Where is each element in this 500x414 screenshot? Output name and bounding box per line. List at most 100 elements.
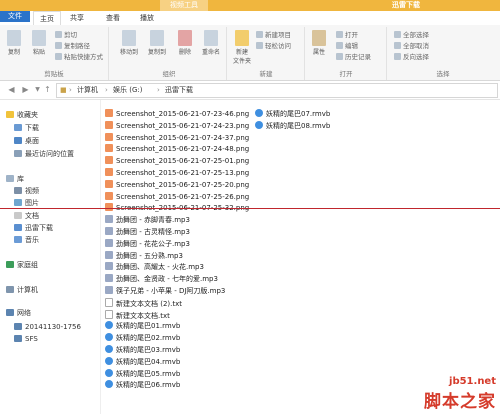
file-name: Screenshot_2015-06-21-07-24-23.png [116,121,250,130]
select-all-button[interactable]: 全部选择 [394,31,429,40]
tab-view[interactable]: 查看 [100,11,126,25]
file-item[interactable]: 劲舞团 - 古灵精怪.mp3 [105,227,190,238]
recent-places-icon [14,150,22,157]
paste-shortcut-button[interactable]: 粘贴快捷方式 [55,53,103,62]
sidebar-label: 计算机 [17,286,38,294]
history-button[interactable]: 历史记录 [336,53,371,62]
sidebar-item-videos[interactable]: 视频 [14,186,39,196]
new-item-button[interactable]: 新建项目 [256,31,291,40]
star-icon [6,111,14,118]
file-name: 劲舞团、金贤政 - 七年的爱.mp3 [116,275,218,284]
file-item[interactable]: 筷子兄弟 - 小苹果 - DJ阿刀版.mp3 [105,286,225,297]
open-button[interactable]: 打开 [336,31,358,40]
file-item[interactable]: Screenshot_2015-06-21-07-25-01.png [105,156,249,167]
sidebar-label: SFS [25,335,38,343]
file-item[interactable]: 劲舞团、高耀太 - 火花.mp3 [105,262,204,273]
breadcrumb-item-computer[interactable]: 计算机 [77,84,98,97]
file-item[interactable]: 妖精的尾巴08.rmvb [255,120,330,132]
breadcrumb[interactable]: ■ › 计算机 › 娱乐 (G:) › 迅雷下载 [56,83,498,98]
file-item[interactable]: 妖精的尾巴05.rmvb [105,368,180,380]
file-item[interactable]: 劲舞团 - 五分熟.mp3 [105,250,183,262]
network-icon [6,309,14,316]
file-item[interactable]: 妖精的尾巴02.rmvb [105,333,180,344]
file-item[interactable]: 妖精的尾巴03.rmvb [105,345,180,356]
png-file-icon [105,132,113,141]
tab-share[interactable]: 共享 [64,11,90,25]
properties-button[interactable]: 属性 [308,30,330,56]
file-name: 妖精的尾巴06.rmvb [116,381,181,390]
file-item[interactable]: 劲舞团、金贤政 - 七年的爱.mp3 [105,274,218,285]
file-item[interactable]: Screenshot_2015-06-21-07-25-13.png [105,168,249,179]
file-item[interactable]: Screenshot_2015-06-21-07-25-20.png [105,179,249,191]
easy-access-button[interactable]: 轻松访问 [256,42,291,51]
sidebar-item-network-sfs[interactable]: SFS [14,334,38,344]
sidebar-item-recent[interactable]: 最近访问的位置 [14,149,74,159]
invert-selection-button[interactable]: 反向选择 [394,53,429,62]
sidebar-item-pictures[interactable]: 图片 [14,198,39,208]
sidebar-item-documents[interactable]: 文档 [14,211,39,221]
new-folder-icon [235,30,249,46]
copy-to-button[interactable]: 复制到 [144,30,170,56]
copy-path-button[interactable]: 复制路径 [55,42,90,51]
sidebar-item-desktop[interactable]: 桌面 [14,136,39,146]
txt-file-icon [105,309,113,319]
file-item[interactable]: Screenshot_2015-06-21-07-24-48.png [105,144,249,155]
file-item[interactable]: Screenshot_2015-06-21-07-24-37.png [105,132,249,144]
watermark-url: jb51.net [449,376,496,387]
file-item[interactable]: Screenshot_2015-06-21-07-24-23.png [105,120,250,132]
png-file-icon [105,120,113,129]
file-item[interactable]: 劲舞团 - 赤脚青春.mp3 [105,215,190,226]
file-item[interactable]: 妖精的尾巴04.rmvb [105,356,181,368]
window-title: 迅雷下载 [392,1,420,9]
delete-button[interactable]: 删除 [174,30,196,56]
back-button[interactable]: ◀ [6,84,17,95]
file-item[interactable]: 新建文本文档 (2).txt [105,297,182,309]
file-item[interactable]: Screenshot_2015-06-21-07-23-46.png [105,109,249,120]
sidebar-item-network[interactable]: 网络 [6,308,31,318]
select-none-button[interactable]: 全部取消 [394,42,429,51]
file-item[interactable]: 新建文本文档.txt [105,309,170,321]
video-tools-context-tab[interactable]: 视频工具 [160,0,208,11]
sidebar-label: 文档 [25,212,39,220]
sidebar-item-music[interactable]: 音乐 [14,235,39,245]
edit-button[interactable]: 编辑 [336,42,358,51]
sidebar-item-libraries[interactable]: 库 [6,174,24,184]
copy-button[interactable]: 复制 [3,30,25,56]
easy-access-icon [256,42,263,49]
mp3-file-icon [105,227,113,235]
file-item[interactable]: Screenshot_2015-06-21-07-25-26.png [105,191,250,203]
file-item[interactable]: 劲舞团 - 花花公子.mp3 [105,238,190,250]
sidebar-item-homegroup[interactable]: 家庭组 [6,260,38,270]
file-item[interactable]: 妖精的尾巴06.rmvb [105,380,180,391]
tab-play[interactable]: 播放 [134,11,160,25]
file-item[interactable]: 妖精的尾巴01.rmvb [105,321,180,332]
file-item[interactable]: 妖精的尾巴07.rmvb [255,109,330,120]
cut-button[interactable]: 剪切 [55,31,77,40]
sidebar-item-favorites[interactable]: 收藏夹 [6,110,38,120]
music-icon [14,236,22,243]
sidebar-item-downloads[interactable]: 下载 [14,123,39,133]
rmvb-file-icon [255,109,263,117]
tab-file[interactable]: 文件 [0,11,30,22]
sidebar-item-network-pc[interactable]: 20141130-1756 [14,322,81,332]
copy-path-icon [55,42,62,49]
select-none-icon [394,42,401,49]
up-button[interactable]: ↑ [42,84,53,95]
breadcrumb-item-drive[interactable]: 娱乐 (G:) [113,84,142,97]
highlight-divider-line [0,208,500,209]
sidebar-item-xunlei-downloads[interactable]: 迅雷下载 [14,223,53,233]
breadcrumb-item-folder[interactable]: 迅雷下载 [165,84,193,97]
ribbon: 复制 粘贴 剪切 复制路径 粘贴快捷方式 剪贴板 移动到 复制到 删除 重命名 … [0,25,500,81]
file-name: Screenshot_2015-06-21-07-25-26.png [116,192,250,201]
new-folder-button[interactable]: 新建 文件夹 [230,30,254,65]
rename-button[interactable]: 重命名 [198,30,224,56]
move-to-button[interactable]: 移动到 [116,30,142,56]
forward-button[interactable]: ▶ [20,84,31,95]
select-group-label: 选择 [436,70,450,78]
sidebar-item-computer[interactable]: 计算机 [6,285,38,295]
file-name: 妖精的尾巴04.rmvb [116,357,181,366]
file-name: Screenshot_2015-06-21-07-25-13.png [116,169,250,177]
copy-to-icon [150,30,164,46]
paste-button[interactable]: 粘贴 [28,30,50,56]
desktop-icon [14,137,22,144]
